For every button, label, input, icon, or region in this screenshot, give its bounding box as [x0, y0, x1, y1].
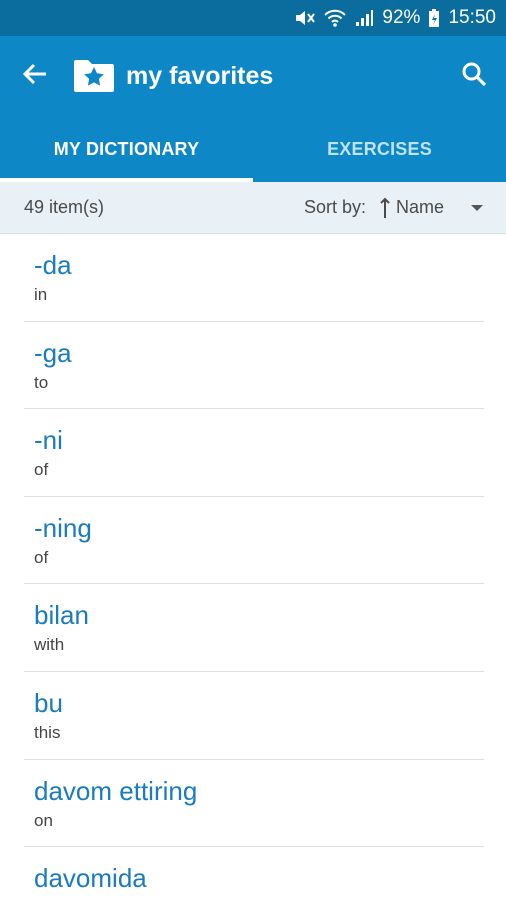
item-count: 49 item(s)	[24, 197, 105, 217]
back-button[interactable]	[0, 36, 70, 116]
word-term: -ning	[34, 512, 92, 543]
signal-icon	[354, 8, 374, 28]
word-translation: on	[34, 810, 53, 830]
list-item[interactable]: -ning of	[24, 497, 484, 585]
word-term: -da	[34, 250, 72, 280]
word-translation: of	[34, 460, 49, 480]
word-term: davom ettiring	[34, 775, 198, 806]
app-bar: my favorites	[0, 36, 506, 116]
list-item[interactable]: -ni of	[24, 409, 484, 497]
search-button[interactable]	[442, 36, 506, 116]
search-icon	[461, 61, 487, 92]
list-item[interactable]: -ga to	[24, 322, 484, 410]
list-item[interactable]: bilan with	[24, 584, 484, 672]
sort-label: Sort by:	[303, 197, 366, 217]
battery-icon	[428, 8, 440, 28]
status-bar: 92% 15:50	[0, 0, 506, 36]
tab-bar: MY DICTIONARY EXERCISES	[0, 116, 506, 182]
star-folder-icon	[72, 58, 116, 94]
word-term: davomida	[34, 863, 147, 894]
word-term: bu	[34, 687, 63, 718]
word-term: -ni	[34, 425, 63, 456]
battery-percent: 92%	[382, 7, 421, 28]
wifi-icon	[324, 8, 347, 28]
word-term: -ga	[34, 337, 72, 368]
mute-icon	[294, 8, 316, 28]
arrow-up-icon[interactable]	[380, 197, 390, 219]
sort-dropdown[interactable]: Name	[380, 197, 484, 219]
clock: 15:50	[448, 7, 496, 28]
word-term: bilan	[34, 600, 89, 631]
list-item[interactable]: davomida	[24, 847, 484, 900]
list-item[interactable]: -da in	[24, 234, 484, 322]
triangle-down-icon	[470, 204, 484, 212]
tab-my-dictionary[interactable]: MY DICTIONARY	[0, 116, 253, 182]
word-translation: of	[34, 547, 49, 567]
tab-exercises[interactable]: EXERCISES	[253, 116, 506, 182]
arrow-left-icon	[22, 61, 48, 92]
sort-bar: 49 item(s) Sort by: Name	[0, 182, 506, 234]
word-translation: with	[34, 635, 65, 655]
word-list: -da in -ga to -ni of -ning of bilan with…	[24, 234, 484, 900]
page-title: my favorites	[126, 61, 274, 90]
list-item[interactable]: davom ettiring on	[24, 760, 484, 848]
word-translation: in	[34, 285, 48, 304]
word-translation: this	[34, 722, 61, 742]
list-item[interactable]: bu this	[24, 672, 484, 760]
word-translation: to	[34, 372, 49, 392]
sort-value: Name	[395, 197, 444, 217]
